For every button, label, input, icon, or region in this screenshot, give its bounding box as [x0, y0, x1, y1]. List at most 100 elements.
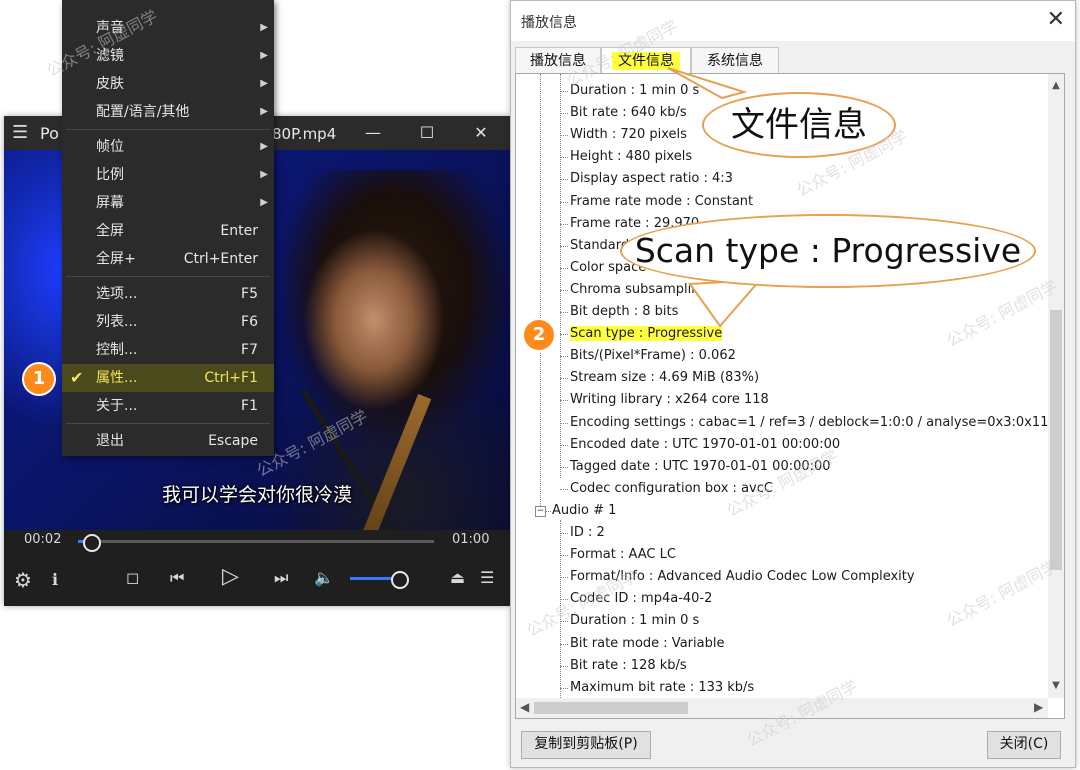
volume-slider[interactable] — [350, 571, 409, 589]
tree-guide-line — [560, 665, 568, 667]
tree-row-scan-type[interactable]: Scan type : Progressive — [570, 323, 723, 345]
tree-row[interactable]: Writing library : x264 core 118 — [570, 389, 769, 411]
tree-row[interactable]: Maximum bit rate : 133 kb/s — [570, 677, 754, 698]
scroll-left-icon[interactable]: ◀ — [520, 700, 529, 714]
close-button[interactable]: ✕ — [464, 120, 498, 146]
tree-row[interactable]: Bit rate : 640 kb/s — [570, 102, 687, 124]
menu-item-options[interactable]: 选项... F5 — [62, 280, 274, 308]
player-controls: 00:02 01:00 ⚙ ℹ ◻ ⏮ ▷ ⏭ 🔈 ⏏ ☰ — [4, 530, 510, 606]
dialog-titlebar: 播放信息 ✕ — [511, 1, 1075, 41]
tree-guide-line — [560, 91, 568, 92]
scroll-up-icon[interactable]: ▲ — [1048, 80, 1064, 91]
tree-group-audio[interactable]: Audio # 1 — [552, 500, 616, 522]
tree-row[interactable]: Encoded date : UTC 1970-01-01 00:00:00 — [570, 434, 840, 456]
tree-guide-line — [560, 488, 568, 490]
submenu-arrow-icon: ▶ — [260, 106, 268, 117]
previous-icon[interactable]: ⏮ — [170, 568, 184, 588]
tree-guide-line — [560, 378, 568, 380]
info-tree-view[interactable]: Duration : 1 min 0 s Bit rate : 640 kb/s W… — [515, 73, 1065, 719]
context-menu: 声音 ▶ 滤镜 ▶ 皮肤 ▶ 配置/语言/其他 ▶ 帧位 ▶ 比例 ▶ 屏幕 ▶… — [62, 0, 274, 456]
menu-item-shortcut: F6 — [241, 314, 258, 330]
dialog-close-icon[interactable]: ✕ — [1047, 7, 1065, 32]
menu-item-control[interactable]: 控制... F7 — [62, 336, 274, 364]
volume-icon[interactable]: 🔈 — [314, 568, 334, 587]
tree-guide-line — [540, 74, 541, 506]
tree-row[interactable]: ID : 2 — [570, 522, 605, 544]
player-filename: 80P.mp4 — [272, 125, 337, 143]
menu-item-shortcut: F7 — [241, 342, 258, 358]
player-app-name: Po — [40, 124, 59, 143]
tree-row[interactable]: Height : 480 pixels — [570, 146, 692, 168]
menu-item-fullscreen-plus[interactable]: 全屏+ Ctrl+Enter — [62, 245, 274, 273]
stop-icon[interactable]: ◻ — [126, 568, 139, 587]
menu-item-properties[interactable]: ✔ 属性... Ctrl+F1 — [62, 364, 274, 392]
seek-bar[interactable] — [78, 534, 434, 552]
tree-guide-line — [560, 179, 568, 181]
volume-slider-handle[interactable] — [390, 571, 409, 589]
play-icon[interactable]: ▷ — [222, 564, 239, 589]
checkmark-icon: ✔ — [70, 368, 84, 387]
tree-row-text: Frame rate mode : Constant — [570, 193, 754, 209]
menu-item-screen[interactable]: 屏幕 ▶ — [62, 189, 274, 217]
copy-to-clipboard-button[interactable]: 复制到剪贴板(P) — [521, 731, 651, 759]
tree-guide-line — [560, 577, 568, 579]
menu-item-skin[interactable]: 皮肤 ▶ — [62, 70, 274, 98]
tree-row-text: Bits/(Pixel*Frame) : 0.062 — [570, 348, 736, 364]
maximize-button[interactable]: ☐ — [410, 120, 444, 146]
menu-item-label: 退出 — [96, 433, 124, 449]
close-dialog-button[interactable]: 关闭(C) — [987, 731, 1061, 759]
menu-item-config-language[interactable]: 配置/语言/其他 ▶ — [62, 98, 274, 126]
tree-row[interactable]: Chroma subsampling : 4 — [570, 279, 729, 301]
tree-row[interactable]: Bit rate : 128 kb/s — [570, 655, 687, 677]
tree-row[interactable]: Encoding settings : cabac=1 / ref=3 / de… — [570, 412, 1048, 434]
vertical-scroll-thumb[interactable] — [1050, 310, 1062, 570]
tree-guide-line — [560, 245, 568, 247]
tree-row[interactable]: Duration : 1 min 0 s — [570, 610, 699, 632]
tree-row[interactable]: Format : AAC LC — [570, 544, 676, 566]
tree-row[interactable]: Duration : 1 min 0 s — [570, 80, 699, 102]
tree-guide-line — [560, 533, 568, 534]
hamburger-menu-icon[interactable]: ☰ — [12, 122, 28, 143]
menu-item-playlist[interactable]: 列表... F6 — [62, 308, 274, 336]
playlist-icon[interactable]: ☰ — [480, 568, 494, 587]
tree-guide-line — [560, 157, 568, 159]
horizontal-scroll-thumb[interactable] — [534, 702, 688, 714]
menu-item-hidden-top — [62, 0, 274, 14]
tree-row[interactable]: Display aspect ratio : 4:3 — [570, 168, 733, 190]
submenu-arrow-icon: ▶ — [260, 78, 268, 89]
menu-item-shortcut: Escape — [208, 433, 258, 449]
tree-row[interactable]: Stream size : 4.69 MiB (83%) — [570, 367, 759, 389]
info-icon[interactable]: ℹ — [52, 570, 58, 589]
tab-label: 系统信息 — [707, 53, 763, 69]
scroll-down-icon[interactable]: ▼ — [1048, 680, 1064, 691]
tree-row[interactable]: Frame rate mode : Constant — [570, 191, 753, 213]
seek-bar-handle[interactable] — [82, 534, 101, 552]
tree-row[interactable]: Bits/(Pixel*Frame) : 0.062 — [570, 345, 736, 367]
minimize-button[interactable]: — — [356, 120, 390, 146]
tree-row[interactable]: Bit rate mode : Variable — [570, 633, 724, 655]
next-icon[interactable]: ⏭ — [274, 568, 288, 588]
settings-gear-icon[interactable]: ⚙ — [14, 568, 32, 592]
tree-row[interactable]: Bit depth : 8 bits — [570, 301, 678, 323]
tree-row-text: Stream size : 4.69 MiB (83%) — [570, 370, 760, 386]
tree-guide-line — [560, 113, 568, 115]
tree-row-text: Bit rate : 640 kb/s — [570, 105, 687, 121]
menu-item-fullscreen[interactable]: 全屏 Enter — [62, 217, 274, 245]
tree-row-text: Writing library : x264 core 118 — [570, 392, 769, 408]
submenu-arrow-icon: ▶ — [260, 141, 268, 152]
vertical-scrollbar[interactable]: ▲ ▼ — [1048, 74, 1064, 698]
scroll-right-icon[interactable]: ▶ — [1034, 700, 1043, 714]
tree-row-text: Height : 480 pixels — [570, 149, 693, 165]
menu-item-exit[interactable]: 退出 Escape — [62, 427, 274, 455]
tree-guide-line — [560, 643, 568, 645]
tab-system-info[interactable]: 系统信息 — [691, 47, 779, 74]
menu-item-ratio[interactable]: 比例 ▶ — [62, 161, 274, 189]
menu-item-frame[interactable]: 帧位 ▶ — [62, 133, 274, 161]
tree-row[interactable]: Width : 720 pixels — [570, 124, 687, 146]
menu-item-label: 全屏+ — [96, 251, 136, 267]
tree-guide-line — [560, 223, 568, 225]
eject-icon[interactable]: ⏏ — [450, 568, 465, 587]
menu-item-about[interactable]: 关于... F1 — [62, 392, 274, 420]
tree-row-text: Encoding settings : cabac=1 / ref=3 / de… — [570, 414, 1048, 430]
tree-guide-line — [560, 201, 568, 203]
